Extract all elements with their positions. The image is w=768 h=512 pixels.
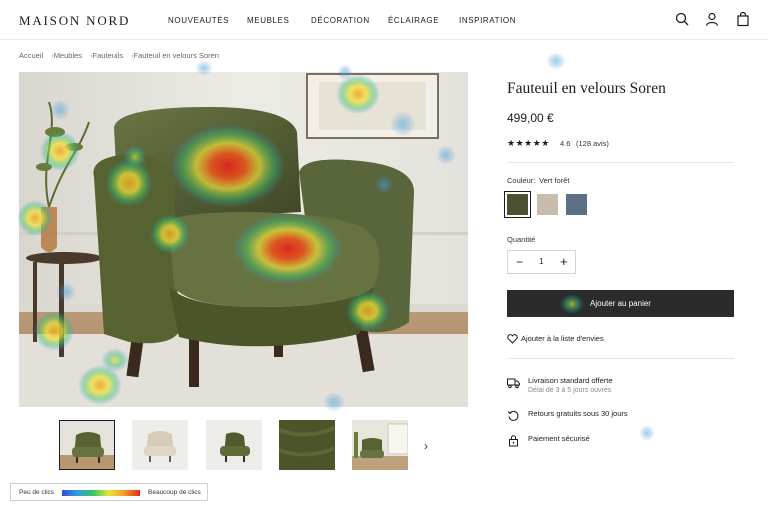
- quantity-stepper: − 1 +: [507, 250, 576, 274]
- legend-low-label: Peu de clics: [19, 489, 55, 496]
- nav-decoration[interactable]: DÉCORATION: [311, 16, 370, 25]
- thumbnail-image: [132, 420, 188, 470]
- service-title: Paiement sécurisé: [528, 434, 590, 443]
- product-main-image[interactable]: [19, 72, 468, 407]
- product-price: 499,00 €: [507, 111, 554, 125]
- brand-logo[interactable]: MAISON NORD: [19, 13, 130, 29]
- nav-inspiration[interactable]: INSPIRATION: [459, 16, 516, 25]
- quantity-decrease-button[interactable]: −: [516, 255, 523, 269]
- truck-icon: [507, 378, 520, 389]
- account-icon[interactable]: [704, 11, 720, 27]
- heat-spot: [639, 425, 655, 441]
- legend-high-label: Beaucoup de clics: [148, 489, 201, 496]
- thumbnail-image: [206, 420, 262, 470]
- thumbnail-living-room[interactable]: [352, 420, 408, 470]
- thumbnail-image: [279, 420, 335, 470]
- nav-meubles[interactable]: MEUBLES: [247, 16, 289, 25]
- rating-value: 4.6: [560, 139, 571, 148]
- add-to-cart-button[interactable]: Ajouter au panier: [507, 290, 734, 317]
- return-icon: [507, 410, 519, 421]
- legend-gradient: [62, 490, 140, 496]
- divider: [507, 162, 734, 163]
- site-header: MAISON NORD NOUVEAUTÉS MEUBLES DÉCORATIO…: [0, 0, 768, 40]
- service-subtitle: Délai de 3 à 5 jours ouvrés: [528, 387, 612, 394]
- heatmap-legend: Peu de clics Beaucoup de clics: [10, 483, 208, 501]
- breadcrumb-meubles[interactable]: Meubles: [54, 51, 82, 60]
- color-value: Vert forêt: [539, 176, 570, 185]
- thumbnail-image: [60, 421, 114, 469]
- quantity-value[interactable]: 1: [539, 257, 543, 266]
- breadcrumb-fauteuils[interactable]: Fauteuils: [93, 51, 123, 60]
- swatch-bleu[interactable]: [566, 194, 587, 215]
- quantity-increase-button[interactable]: +: [560, 254, 568, 269]
- thumbnail-beige-armchair[interactable]: [132, 420, 188, 470]
- thumbnail-next-arrow[interactable]: ›: [424, 439, 428, 453]
- breadcrumb: Accueil ›Meubles ›Fauteuils ›Fauteuil en ve…: [19, 51, 219, 60]
- service-title: Retours gratuits sous 30 jours: [528, 409, 628, 418]
- lock-icon: [509, 435, 518, 447]
- thumbnail-green-armchair[interactable]: [59, 420, 115, 470]
- nav-eclairage[interactable]: ÉCLAIRAGE: [388, 16, 439, 25]
- service-title: Livraison standard offerte: [528, 376, 613, 385]
- product-title: Fauteuil en velours Soren: [507, 80, 666, 97]
- review-count[interactable]: (128 avis): [576, 139, 609, 148]
- breadcrumb-current: Fauteuil en velours Soren: [133, 51, 219, 60]
- wishlist-label: Ajouter à la liste d'envies: [521, 334, 604, 343]
- divider: [507, 358, 734, 359]
- heat-spot: [546, 52, 566, 70]
- swatch-vert-foret[interactable]: [504, 191, 531, 218]
- quantity-label: Quantité: [507, 235, 536, 244]
- armchair-photo: [19, 72, 468, 407]
- thumbnail-green-armchair-side[interactable]: [206, 420, 262, 470]
- thumbnail-image: [352, 420, 408, 470]
- nav-nouveautes[interactable]: NOUVEAUTÉS: [168, 16, 229, 25]
- heart-icon: [507, 334, 518, 344]
- thumbnail-velvet-swatch[interactable]: [279, 420, 335, 470]
- rating-stars[interactable]: ★★★★★: [507, 138, 550, 149]
- swatch-beige[interactable]: [537, 194, 558, 215]
- color-label: Couleur:: [507, 176, 536, 185]
- shopping-bag-icon[interactable]: [735, 11, 751, 27]
- search-icon[interactable]: [674, 11, 690, 27]
- breadcrumb-accueil[interactable]: Accueil: [19, 51, 43, 60]
